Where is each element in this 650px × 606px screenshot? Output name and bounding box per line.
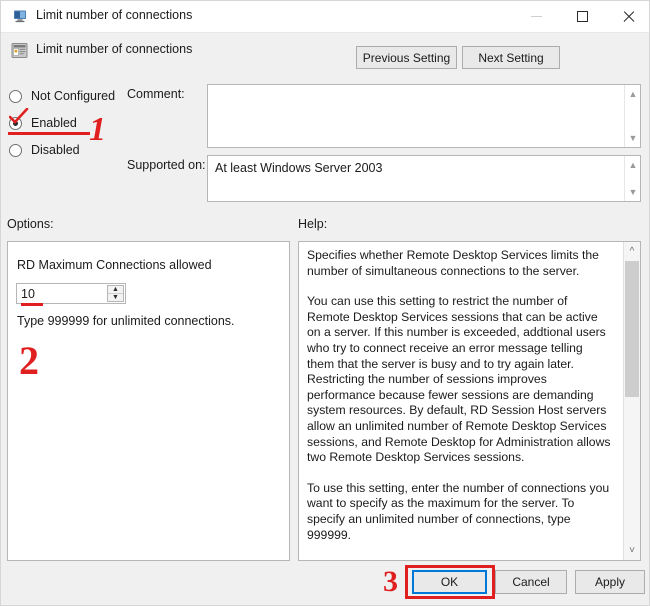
- help-paragraph: If the status is set to Enabled, the max…: [307, 558, 612, 560]
- help-scrollbar[interactable]: ^ ˅: [623, 242, 640, 560]
- max-connections-hint: Type 999999 for unlimited connections.: [17, 314, 235, 328]
- scroll-down-icon[interactable]: ˅: [624, 542, 640, 559]
- chevron-up-icon[interactable]: ▲: [625, 87, 641, 101]
- comment-input[interactable]: ▲ ▼: [207, 84, 641, 148]
- stepper-up-icon[interactable]: ▲: [108, 286, 123, 294]
- setting-name-heading: Limit number of connections: [36, 42, 193, 56]
- chevron-up-icon[interactable]: ▲: [625, 158, 641, 172]
- maximize-icon: [576, 11, 588, 22]
- annotation-rect-ok: [405, 565, 495, 599]
- chevron-down-icon[interactable]: ▼: [625, 131, 641, 145]
- minimize-button[interactable]: [513, 1, 559, 32]
- annotation-number-3: 3: [383, 565, 398, 598]
- comment-scrollbar[interactable]: ▲ ▼: [624, 85, 640, 147]
- cancel-button[interactable]: Cancel: [495, 570, 567, 594]
- remote-desktop-monitor-icon: [12, 9, 28, 24]
- comment-label: Comment:: [127, 87, 185, 101]
- next-setting-button[interactable]: Next Setting: [462, 46, 560, 69]
- help-paragraph: Specifies whether Remote Desktop Service…: [307, 248, 599, 278]
- supported-on-value: At least Windows Server 2003: [215, 161, 383, 175]
- scroll-up-icon[interactable]: ^: [624, 243, 640, 260]
- annotation-number-2: 2: [19, 338, 39, 383]
- max-connections-label: RD Maximum Connections allowed: [17, 258, 212, 272]
- apply-button[interactable]: Apply: [575, 570, 645, 594]
- title-bar: Limit number of connections: [1, 1, 649, 33]
- supported-on-field[interactable]: At least Windows Server 2003 ▲ ▼: [207, 155, 641, 202]
- options-panel: RD Maximum Connections allowed 10 ▲ ▼ Ty…: [7, 241, 290, 561]
- radio-label-enabled: Enabled: [31, 116, 77, 130]
- help-label: Help:: [298, 217, 328, 231]
- minimize-icon: [530, 16, 542, 17]
- annotation-number-1: 1: [89, 111, 106, 148]
- stepper-buttons[interactable]: ▲ ▼: [107, 285, 124, 302]
- supported-on-scrollbar[interactable]: ▲ ▼: [624, 156, 640, 201]
- close-button[interactable]: [605, 1, 649, 32]
- help-text-body: Specifies whether Remote Desktop Service…: [307, 248, 612, 560]
- annotation-checkmark-icon: [8, 107, 29, 126]
- maximize-button[interactable]: [559, 1, 605, 32]
- scrollbar-thumb[interactable]: [625, 261, 639, 397]
- close-icon: [622, 10, 635, 23]
- stepper-down-icon[interactable]: ▼: [108, 294, 123, 301]
- radio-label-not-configured: Not Configured: [31, 89, 116, 103]
- help-panel: Specifies whether Remote Desktop Service…: [298, 241, 641, 561]
- radio-disabled[interactable]: Disabled: [9, 141, 80, 159]
- help-paragraph: To use this setting, enter the number of…: [307, 480, 610, 542]
- group-policy-setting-dialog: Limit number of connections Limit number…: [0, 0, 650, 606]
- max-connections-value: 10: [21, 287, 35, 301]
- annotation-underline-value: [21, 303, 43, 306]
- max-connections-stepper[interactable]: 10 ▲ ▼: [16, 283, 126, 306]
- help-paragraph: You can use this setting to restrict the…: [307, 294, 611, 465]
- window-title: Limit number of connections: [36, 8, 193, 22]
- radio-indicator: [9, 143, 22, 157]
- radio-not-configured[interactable]: Not Configured: [9, 87, 115, 105]
- supported-on-label: Supported on:: [127, 158, 206, 172]
- radio-label-disabled: Disabled: [31, 143, 80, 157]
- chevron-down-icon[interactable]: ▼: [625, 185, 641, 199]
- options-label: Options:: [7, 217, 54, 231]
- group-policy-setting-icon: [11, 42, 28, 59]
- radio-indicator: [9, 89, 22, 103]
- previous-setting-button[interactable]: Previous Setting: [356, 46, 457, 69]
- annotation-underline-enabled: [8, 132, 90, 135]
